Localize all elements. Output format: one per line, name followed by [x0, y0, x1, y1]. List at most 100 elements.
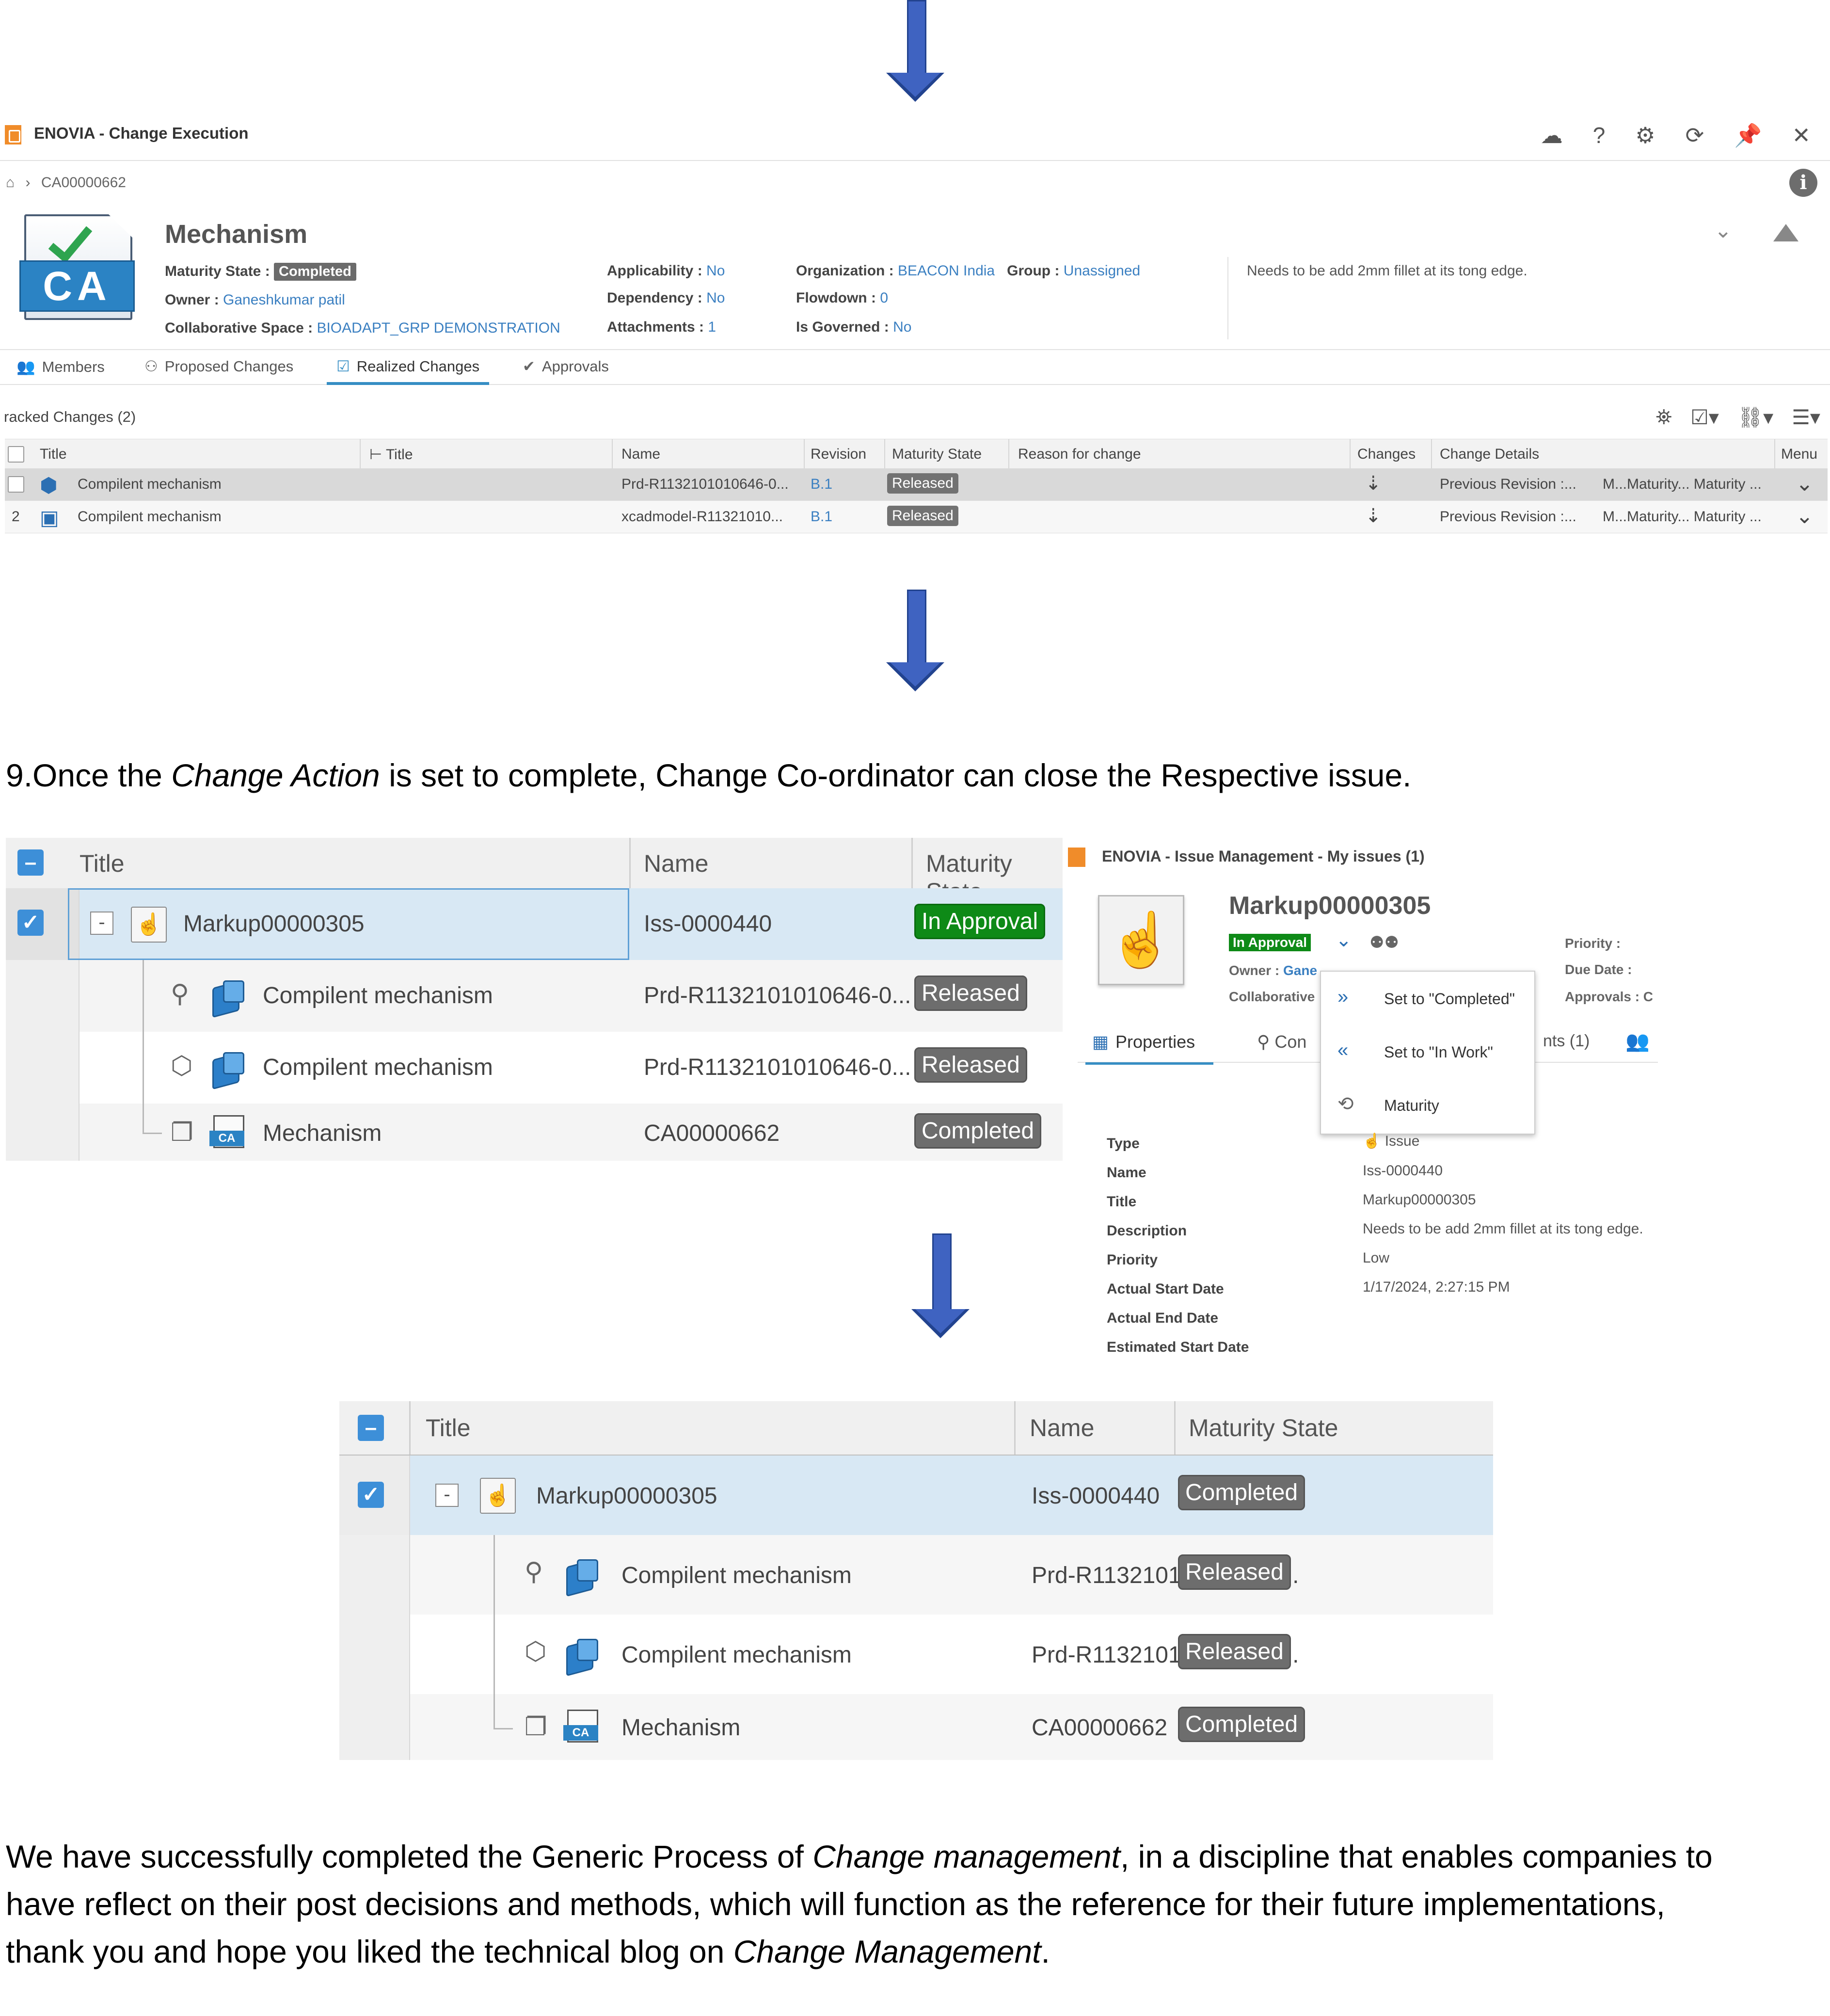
row-menu-chevron-icon[interactable]: ⌄ — [1796, 471, 1814, 496]
maturity-state-badge[interactable]: Completed — [274, 263, 356, 281]
row-name: Iss-0000440 — [1032, 1483, 1160, 1509]
document-icon: ❐ — [171, 1119, 193, 1147]
changes-icon[interactable]: ⇣ — [1365, 472, 1382, 495]
prop-value: 1/17/2024, 2:27:15 PM — [1363, 1279, 1510, 1295]
col-revision[interactable]: Revision — [811, 446, 866, 463]
breadcrumb[interactable]: ⌂ › CA00000662 — [6, 175, 126, 191]
row-revision[interactable]: B.1 — [811, 476, 832, 493]
home-icon[interactable]: ⌂ — [6, 175, 15, 191]
row-revision[interactable]: B.1 — [811, 509, 832, 525]
tab-approvals[interactable]: ✔ Approvals — [523, 358, 609, 375]
col-name[interactable]: Name — [1030, 1414, 1094, 1442]
col-changes[interactable]: Changes — [1357, 446, 1416, 463]
menu-set-in-work[interactable]: «Set to "In Work" — [1321, 1025, 1534, 1078]
tab-properties[interactable]: ▦ Properties — [1085, 1032, 1214, 1065]
row-name: xcadmodel-R11321010... — [621, 509, 783, 525]
changes-icon[interactable]: ⇣ — [1365, 505, 1382, 527]
info-icon[interactable]: i — [1789, 169, 1817, 197]
owner-field: Owner : Ganeshkumar patil — [165, 292, 345, 308]
row-state-badge: Released — [887, 506, 958, 526]
col-reason[interactable]: Reason for change — [1018, 446, 1141, 463]
down-arrow-3 — [911, 1233, 970, 1340]
issue-state-badge[interactable]: In Approval — [1229, 934, 1311, 951]
menu-set-completed[interactable]: » Set to "Completed" — [1321, 972, 1534, 1025]
gear-icon[interactable]: ⚙ — [1635, 122, 1655, 149]
members-icon: 👥 — [16, 358, 35, 375]
pin-icon[interactable]: 📌 — [1734, 122, 1762, 149]
select-all-checkbox[interactable] — [8, 446, 24, 463]
row-title: Markup00000305 — [183, 911, 365, 937]
tab-contents[interactable]: ⚲ Con — [1257, 1032, 1306, 1052]
tree-row[interactable]: ⚲ Compilent mechanism Prd-R1132101010646… — [339, 1535, 1493, 1615]
issue-priority: Priority : — [1565, 936, 1621, 951]
tree-row-issue[interactable]: ✓ - ☝ Markup00000305 Iss-0000440 Complet… — [339, 1456, 1493, 1535]
col-name[interactable]: Name — [644, 849, 708, 878]
dependency-field: Dependency : No — [607, 290, 725, 306]
location-pin-icon: ⚲ — [525, 1558, 543, 1586]
row-checkbox[interactable] — [8, 476, 24, 493]
col-title[interactable]: Title — [426, 1414, 471, 1442]
collapse-toggle[interactable]: - — [435, 1484, 459, 1507]
tab-proposed-changes[interactable]: ⚇ Proposed Changes — [144, 358, 293, 375]
row-title: Markup00000305 — [536, 1483, 717, 1509]
row-title: Compilent mechanism — [621, 1563, 852, 1588]
tracked-changes-count: racked Changes (2) — [4, 408, 136, 425]
table-row[interactable]: ⬢ Compilent mechanism Prd-R1132101010646… — [5, 468, 1828, 501]
row-details-2: M...Maturity... Maturity ... — [1603, 476, 1762, 492]
row-name: CA00000662 — [644, 1120, 780, 1146]
tree-row[interactable]: ❐ CA Mechanism CA00000662 Completed — [339, 1694, 1493, 1760]
issue-hand-icon: ☝ — [131, 907, 167, 943]
tree-row[interactable]: ❐ CA Mechanism CA00000662 Completed — [6, 1104, 1063, 1161]
tab-members[interactable]: 👥 Members — [16, 358, 105, 376]
row-state-badge: Completed — [914, 1113, 1042, 1149]
row-checkbox[interactable]: ✓ — [358, 1482, 384, 1508]
menu-maturity[interactable]: ⟲ Maturity — [1321, 1078, 1534, 1132]
collapse-up-icon[interactable] — [1773, 224, 1798, 241]
col-change-details[interactable]: Change Details — [1440, 446, 1539, 463]
check-filter-icon[interactable]: ☑▾ — [1690, 405, 1719, 430]
col-title-2[interactable]: ⊢ Title — [369, 446, 413, 463]
help-icon[interactable]: ? — [1593, 122, 1606, 149]
refresh-icon[interactable]: ⟳ — [1686, 122, 1704, 149]
tree-row[interactable]: ⬡ Compilent mechanism Prd-R1132101010646… — [339, 1615, 1493, 1694]
select-all-checkbox[interactable]: – — [358, 1415, 384, 1441]
issue-management-panel: ENOVIA - Issue Management - My issues (1… — [1068, 843, 1658, 1364]
col-menu[interactable]: Menu — [1781, 446, 1817, 463]
tree-row[interactable]: ⬡ Compilent mechanism Prd-R1132101010646… — [6, 1032, 1063, 1104]
closing-line-1: We have successfully completed the Gener… — [6, 1839, 1713, 1874]
list-menu-icon[interactable]: ☰▾ — [1792, 405, 1820, 430]
part-icon — [209, 1049, 245, 1090]
row-checkbox[interactable]: ✓ — [17, 910, 44, 936]
tree-icon: ⊢ — [369, 447, 386, 463]
tree-row-issue[interactable]: ✓ - ☝ Markup00000305 Iss-0000440 In Appr… — [6, 888, 1063, 960]
prop-label: Title — [1107, 1194, 1137, 1210]
breadcrumb-item[interactable]: CA00000662 — [41, 175, 126, 191]
step-9-text: 9.Once the Change Action is set to compl… — [6, 757, 1412, 793]
hierarchy-icon[interactable]: ⛓▾ — [1737, 405, 1773, 430]
close-icon[interactable]: ✕ — [1792, 122, 1811, 149]
state-chevron-down-icon[interactable]: ⌄ — [1336, 929, 1352, 951]
row-state-badge: Released — [887, 473, 958, 494]
enovia-logo-icon — [5, 125, 21, 144]
members-icon[interactable]: 👥 — [1625, 1030, 1650, 1053]
col-maturity-state[interactable]: Maturity State — [892, 446, 982, 463]
row-menu-chevron-icon[interactable]: ⌄ — [1796, 504, 1814, 528]
closing-line-3: thank you and hope you liked the technic… — [6, 1934, 1050, 1969]
binoculars-icon[interactable]: ⛯ — [1656, 405, 1672, 430]
col-maturity-state[interactable]: Maturity State — [1189, 1414, 1338, 1442]
col-title[interactable]: Title — [80, 849, 125, 878]
chevron-down-icon[interactable]: ⌄ — [1714, 218, 1732, 243]
collapse-toggle[interactable]: - — [90, 912, 113, 935]
row-details: Previous Revision :... — [1440, 509, 1576, 525]
col-name[interactable]: Name — [621, 446, 660, 463]
cloud-icon[interactable]: ☁ — [1541, 122, 1563, 149]
prop-value: Markup00000305 — [1363, 1192, 1476, 1208]
tab-realized-changes[interactable]: ☑ Realized Changes — [326, 358, 490, 385]
prop-label: Priority — [1107, 1252, 1158, 1268]
tree-row[interactable]: ⚲ Compilent mechanism Prd-R1132101010646… — [6, 960, 1063, 1032]
select-all-checkbox[interactable]: – — [17, 849, 44, 876]
approval-icon: ⚉⚉ — [1369, 933, 1399, 952]
col-title[interactable]: Title — [40, 446, 67, 463]
table-row[interactable]: 2 ▣ Compilent mechanism xcadmodel-R11321… — [5, 501, 1828, 533]
tab-attachments[interactable]: nts (1) — [1543, 1032, 1590, 1051]
